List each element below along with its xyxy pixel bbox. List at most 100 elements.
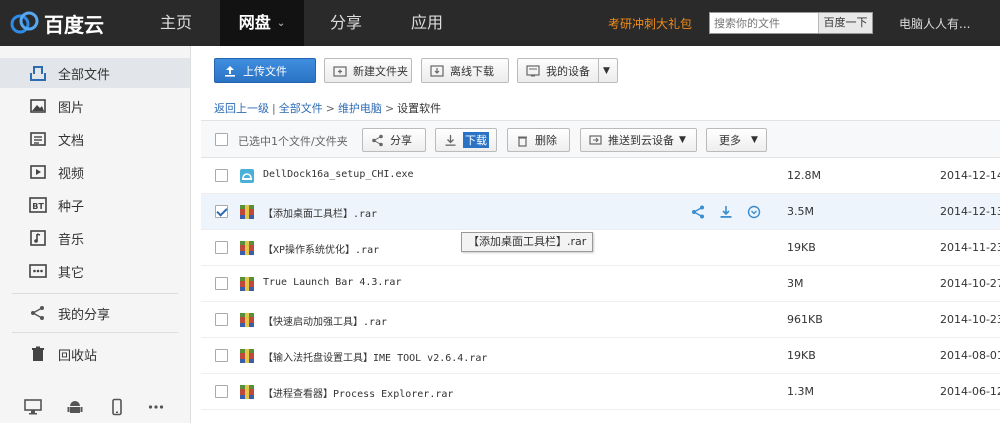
upload-icon	[225, 65, 235, 77]
file-size: 19KB	[787, 241, 816, 254]
new-folder-button[interactable]: 新建文件夹	[324, 58, 412, 83]
file-name[interactable]: 【进程查看器】Process Explorer.rar	[263, 385, 453, 400]
file-row[interactable]: 【添加桌面工具栏】.rar 3.5M 2014-12-13	[201, 194, 1000, 230]
caret-down-icon: ▼	[679, 135, 686, 145]
file-date: 2014-06-12	[940, 385, 1000, 398]
breadcrumb-back[interactable]: 返回上一级	[214, 102, 269, 115]
upload-button[interactable]: 上传文件	[214, 58, 316, 83]
share-button[interactable]: 分享	[362, 128, 426, 152]
document-icon	[29, 130, 47, 148]
search-input[interactable]	[710, 13, 818, 33]
sidebar-item-torrents[interactable]: BT 种子	[0, 190, 190, 220]
top-bar: 百度云 主页 网盘 ⌄ 分享 应用 考研冲刺大礼包 百度一下 电脑人人有...	[0, 0, 1000, 46]
nav-share[interactable]: 分享	[316, 0, 376, 46]
file-date: 2014-08-01	[940, 349, 1000, 362]
more-button[interactable]: 更多 ▼	[706, 128, 767, 152]
search-box: 百度一下	[709, 12, 873, 34]
rar-file-icon	[239, 312, 255, 328]
breadcrumb-all-files[interactable]: 全部文件	[279, 102, 323, 115]
row-checkbox[interactable]	[215, 169, 228, 182]
file-size: 3M	[787, 277, 804, 290]
row-checkbox[interactable]	[215, 385, 228, 398]
file-size: 3.5M	[787, 205, 814, 218]
sidebar-item-recycle-bin[interactable]: 回收站	[0, 339, 190, 369]
breadcrumb-current: 设置软件	[397, 102, 442, 115]
file-row[interactable]: 【XP操作系统优化】.rar 19KB 2014-11-23	[201, 230, 1000, 266]
android-icon[interactable]	[66, 398, 84, 416]
more-icon	[29, 262, 47, 280]
file-row[interactable]: 【快速启动加强工具】.rar 961KB 2014-10-23	[201, 302, 1000, 338]
sidebar-divider	[12, 293, 178, 294]
push-to-device-button[interactable]: 推送到云设备 ▼	[580, 128, 697, 152]
sidebar-item-label: 我的分享	[58, 307, 111, 323]
sidebar-item-label: 全部文件	[58, 67, 111, 83]
logo[interactable]: 百度云	[8, 6, 118, 40]
sidebar-item-other[interactable]: 其它	[0, 256, 190, 286]
rar-file-icon	[239, 240, 255, 256]
promo-link[interactable]: 考研冲刺大礼包	[608, 15, 692, 32]
file-name[interactable]: 【添加桌面工具栏】.rar	[263, 205, 377, 220]
file-row[interactable]: 【输入法托盘设置工具】IME TOOL v2.6.4.rar 19KB 2014…	[201, 338, 1000, 374]
file-name[interactable]: 【快速启动加强工具】.rar	[263, 313, 387, 328]
row-checkbox[interactable]	[215, 349, 228, 362]
caret-down-icon[interactable]: ▼	[598, 59, 614, 82]
file-size: 1.3M	[787, 385, 814, 398]
more-devices-icon[interactable]	[147, 398, 165, 416]
search-button[interactable]: 百度一下	[818, 13, 872, 33]
trash-icon	[518, 136, 527, 147]
offline-download-button[interactable]: 离线下载	[421, 58, 509, 83]
exe-file-icon	[239, 168, 255, 184]
new-folder-label: 新建文件夹	[353, 64, 408, 78]
video-icon	[29, 163, 47, 181]
row-checkbox[interactable]	[215, 241, 228, 254]
sidebar-item-music[interactable]: 音乐	[0, 223, 190, 253]
sidebar-item-label: 图片	[58, 100, 85, 116]
sidebar-item-my-share[interactable]: 我的分享	[0, 298, 190, 328]
file-name[interactable]: True Launch Bar 4.3.rar	[263, 277, 401, 288]
select-all-checkbox[interactable]	[215, 133, 228, 146]
download-button-label: 下载	[463, 132, 489, 148]
my-devices-label: 我的设备	[546, 64, 590, 78]
mobile-icon[interactable]	[108, 398, 126, 416]
sidebar: 全部文件 图片 文档 视频 BT 种子 音乐 其它 我的分享 回收站	[0, 46, 191, 423]
nav-netdisk-label: 网盘	[238, 13, 271, 32]
chevron-down-circle-icon[interactable]	[747, 205, 761, 219]
file-row[interactable]: DellDock16a_setup_CHI.exe 12.8M 2014-12-…	[201, 158, 1000, 194]
desktop-icon[interactable]	[24, 398, 42, 416]
download-icon[interactable]	[719, 205, 733, 219]
file-row[interactable]: 【进程查看器】Process Explorer.rar 1.3M 2014-06…	[201, 374, 1000, 410]
download-button[interactable]: 下载	[435, 128, 497, 152]
file-row[interactable]: True Launch Bar 4.3.rar 3M 2014-10-27	[201, 266, 1000, 302]
row-checkbox[interactable]	[215, 205, 228, 218]
file-size: 12.8M	[787, 169, 821, 182]
share-icon	[372, 134, 383, 146]
share-icon[interactable]	[691, 205, 705, 219]
bt-icon: BT	[29, 196, 47, 214]
logo-text: 百度云	[44, 12, 104, 37]
chevron-down-icon: ⌄	[276, 17, 286, 29]
row-checkbox[interactable]	[215, 313, 228, 326]
delete-button[interactable]: 删除	[507, 128, 570, 152]
row-checkbox[interactable]	[215, 277, 228, 290]
nav-netdisk[interactable]: 网盘 ⌄	[220, 0, 304, 46]
sidebar-item-label: 回收站	[58, 348, 98, 364]
sidebar-item-documents[interactable]: 文档	[0, 124, 190, 154]
sidebar-item-all-files[interactable]: 全部文件	[0, 58, 190, 88]
breadcrumb-parent[interactable]: 维护电脑	[338, 102, 382, 115]
sidebar-divider	[12, 332, 178, 333]
device-icon	[526, 64, 540, 76]
file-name[interactable]: DellDock16a_setup_CHI.exe	[263, 169, 414, 180]
share-icon	[29, 304, 47, 322]
file-name[interactable]: 【XP操作系统优化】.rar	[263, 241, 379, 256]
rar-file-icon	[239, 204, 255, 220]
nav-home[interactable]: 主页	[146, 0, 206, 46]
folder-icon	[29, 64, 47, 82]
nav-apps[interactable]: 应用	[397, 0, 457, 46]
trash-icon	[29, 345, 47, 363]
rar-file-icon	[239, 348, 255, 364]
file-name[interactable]: 【输入法托盘设置工具】IME TOOL v2.6.4.rar	[263, 349, 487, 364]
sidebar-item-images[interactable]: 图片	[0, 91, 190, 121]
my-devices-button[interactable]: 我的设备 ▼	[517, 58, 618, 83]
user-menu[interactable]: 电脑人人有...	[899, 15, 970, 32]
sidebar-item-videos[interactable]: 视频	[0, 157, 190, 187]
